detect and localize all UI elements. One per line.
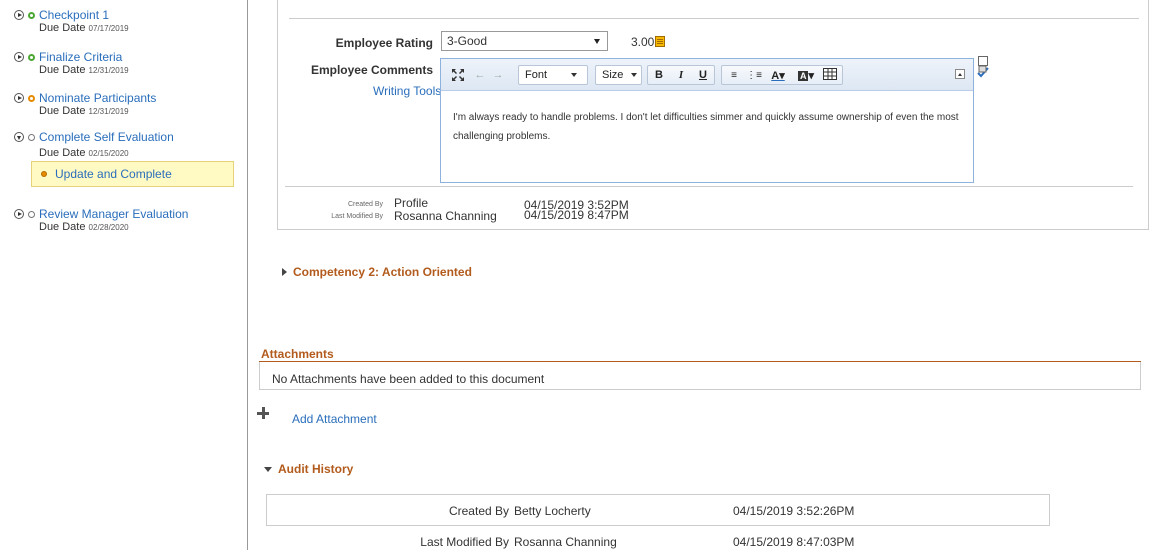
competency-2-header[interactable]: Competency 2: Action Oriented [282, 265, 472, 279]
step-finalize-criteria: Finalize Criteria Due Date 12/31/2019 [14, 50, 129, 77]
process-sidebar: Checkpoint 1 Due Date 07/17/2019 Finaliz… [0, 0, 248, 550]
attachments-title: Attachments [261, 347, 334, 361]
divider [285, 186, 1133, 187]
step-checkpoint-1: Checkpoint 1 Due Date 07/17/2019 [14, 8, 129, 35]
chevron-down-icon [594, 39, 600, 44]
status-in-progress-icon [28, 94, 35, 102]
rating-score: 3.00 [631, 35, 666, 49]
step-complete-self-evaluation: Complete Self Evaluation Due Date 02/15/… [14, 130, 174, 160]
comments-text[interactable]: I'm always ready to handle problems. I d… [441, 91, 973, 163]
audit-modified-by-value: Rosanna Channing [514, 535, 617, 549]
collapse-toolbar-icon[interactable] [955, 69, 965, 79]
rating-selected-value: 3-Good [447, 34, 488, 48]
step-nominate-participants: Nominate Participants Due Date 12/31/201… [14, 91, 156, 118]
sub-item-update-and-complete[interactable]: Update and Complete [31, 161, 234, 187]
bulleted-list-icon[interactable]: ⋮≡ [744, 70, 764, 81]
writing-tools-link[interactable]: Writing Tools [373, 84, 441, 98]
text-color-icon[interactable]: A▾ [764, 69, 792, 82]
due-date: Due Date 02/28/2020 [39, 221, 129, 233]
modified-at-value: 04/15/2019 8:47PM [524, 208, 629, 222]
expand-icon[interactable] [14, 10, 24, 20]
audit-created-at-value: 04/15/2019 3:52:26PM [733, 504, 855, 518]
collapse-triangle-icon [264, 467, 272, 472]
due-date: Due Date 02/15/2020 [39, 147, 129, 159]
bold-button[interactable]: B [648, 69, 670, 81]
chevron-down-icon [571, 73, 578, 77]
status-not-started-icon [28, 210, 35, 218]
size-dropdown[interactable]: Size [595, 65, 642, 85]
step-title[interactable]: Nominate Participants [39, 91, 156, 105]
step-title[interactable]: Checkpoint 1 [39, 8, 129, 22]
expand-triangle-icon [282, 268, 287, 276]
in-progress-dot-icon [41, 171, 47, 177]
list-color-group: ≡ ⋮≡ A▾ A ▾ [721, 65, 843, 85]
spell-check-icon[interactable] [976, 56, 990, 82]
add-icon[interactable] [257, 407, 269, 419]
status-complete-icon [28, 11, 35, 19]
background-color-icon[interactable]: A ▾ [792, 69, 820, 82]
sub-item-label[interactable]: Update and Complete [55, 167, 172, 181]
italic-button[interactable]: I [670, 69, 692, 81]
font-dropdown[interactable]: Font [518, 65, 588, 85]
employee-rating-label: Employee Rating [335, 36, 433, 50]
redo-icon[interactable]: → [491, 65, 505, 85]
step-review-manager-evaluation: Review Manager Evaluation Due Date 02/28… [14, 207, 188, 234]
audit-history-header[interactable]: Audit History [264, 462, 353, 476]
employee-rating-select[interactable]: 3-Good [441, 31, 608, 51]
expand-icon[interactable] [14, 209, 24, 219]
expand-icon[interactable] [14, 52, 24, 62]
step-title[interactable]: Review Manager Evaluation [39, 207, 188, 221]
attachments-empty-message: No Attachments have been added to this d… [259, 362, 1141, 390]
due-date: Due Date 12/31/2019 [39, 105, 129, 117]
editor-toolbar: ← → Font Size B I U ≡ ⋮≡ A▾ A ▾ [441, 59, 973, 91]
collapse-icon[interactable] [14, 132, 24, 142]
audit-created-by-value: Betty Locherty [514, 504, 591, 518]
undo-icon[interactable]: ← [473, 65, 487, 85]
maximize-icon[interactable] [449, 65, 467, 85]
main-content: Employee Rating 3-Good 3.00 Employee Com… [249, 0, 1154, 550]
audit-modified-at-value: 04/15/2019 8:47:03PM [733, 535, 855, 549]
table-icon[interactable] [820, 67, 840, 83]
chevron-down-icon [631, 73, 638, 77]
add-attachment-link[interactable]: Add Attachment [292, 412, 377, 426]
modified-by-value: Rosanna Channing [394, 209, 497, 223]
step-title[interactable]: Finalize Criteria [39, 50, 129, 64]
created-by-label: Created By [347, 201, 383, 208]
due-date: Due Date 07/17/2019 [39, 22, 129, 34]
status-not-started-icon [28, 133, 35, 141]
expand-icon[interactable] [14, 93, 24, 103]
step-title[interactable]: Complete Self Evaluation [39, 130, 174, 144]
audit-modified-by-label: Last Modified By [420, 535, 509, 549]
format-group: B I U [647, 65, 715, 85]
numbered-list-icon[interactable]: ≡ [724, 70, 744, 81]
comments-rich-text-editor[interactable]: ← → Font Size B I U ≡ ⋮≡ A▾ A ▾ I'm alwa… [440, 58, 974, 183]
employee-comments-label: Employee Comments [310, 63, 433, 77]
audit-created-by-label: Created By [448, 504, 509, 518]
due-date: Due Date 12/31/2019 [39, 64, 129, 76]
status-complete-icon [28, 53, 35, 61]
underline-button[interactable]: U [692, 69, 714, 81]
created-by-value: Profile [394, 196, 429, 210]
calculator-icon[interactable] [655, 36, 666, 47]
modified-by-label: Last Modified By [331, 213, 383, 220]
divider [289, 18, 1139, 19]
